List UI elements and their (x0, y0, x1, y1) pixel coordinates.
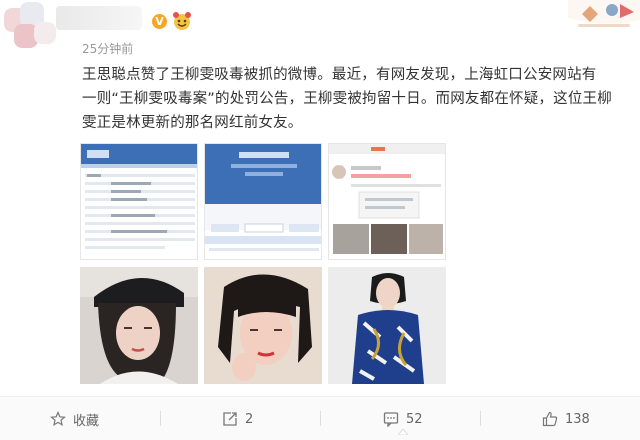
decorative-corner-art (568, 0, 640, 32)
username-blurred[interactable] (56, 6, 142, 30)
star-icon (50, 411, 66, 427)
post-text: 王思聪点赞了王柳雯吸毒被抓的微博。最近，有网友发现，上海虹口公安网站有 一则“王… (82, 67, 612, 131)
post-timestamp[interactable]: 25分钟前 (82, 40, 133, 57)
favorite-button[interactable]: 收藏 (50, 409, 99, 429)
repost-icon (223, 412, 237, 426)
vip-badge: V (152, 14, 167, 29)
divider (320, 411, 321, 426)
like-button[interactable]: 138 (542, 409, 590, 429)
comment-icon (383, 412, 399, 427)
emoji-badge-icon (172, 11, 192, 31)
like-count: 138 (565, 411, 590, 427)
image-thumbnail[interactable] (80, 267, 198, 384)
avatar[interactable] (0, 0, 60, 60)
comment-count: 52 (406, 411, 423, 427)
repost-button[interactable]: 2 (222, 409, 253, 429)
favorite-label: 收藏 (73, 413, 100, 429)
comment-button[interactable]: 52 (383, 409, 423, 429)
repost-count: 2 (245, 411, 254, 427)
active-tab-caret (398, 429, 408, 435)
image-thumbnail[interactable] (204, 267, 322, 384)
image-thumbnail[interactable] (80, 143, 198, 260)
divider (480, 411, 481, 426)
divider (160, 411, 161, 426)
image-thumbnail[interactable] (328, 143, 446, 260)
image-thumbnail[interactable] (204, 143, 322, 260)
like-icon (542, 411, 558, 427)
image-thumbnail[interactable] (328, 267, 446, 384)
action-bar: 收藏 2 52 138 (0, 396, 640, 440)
